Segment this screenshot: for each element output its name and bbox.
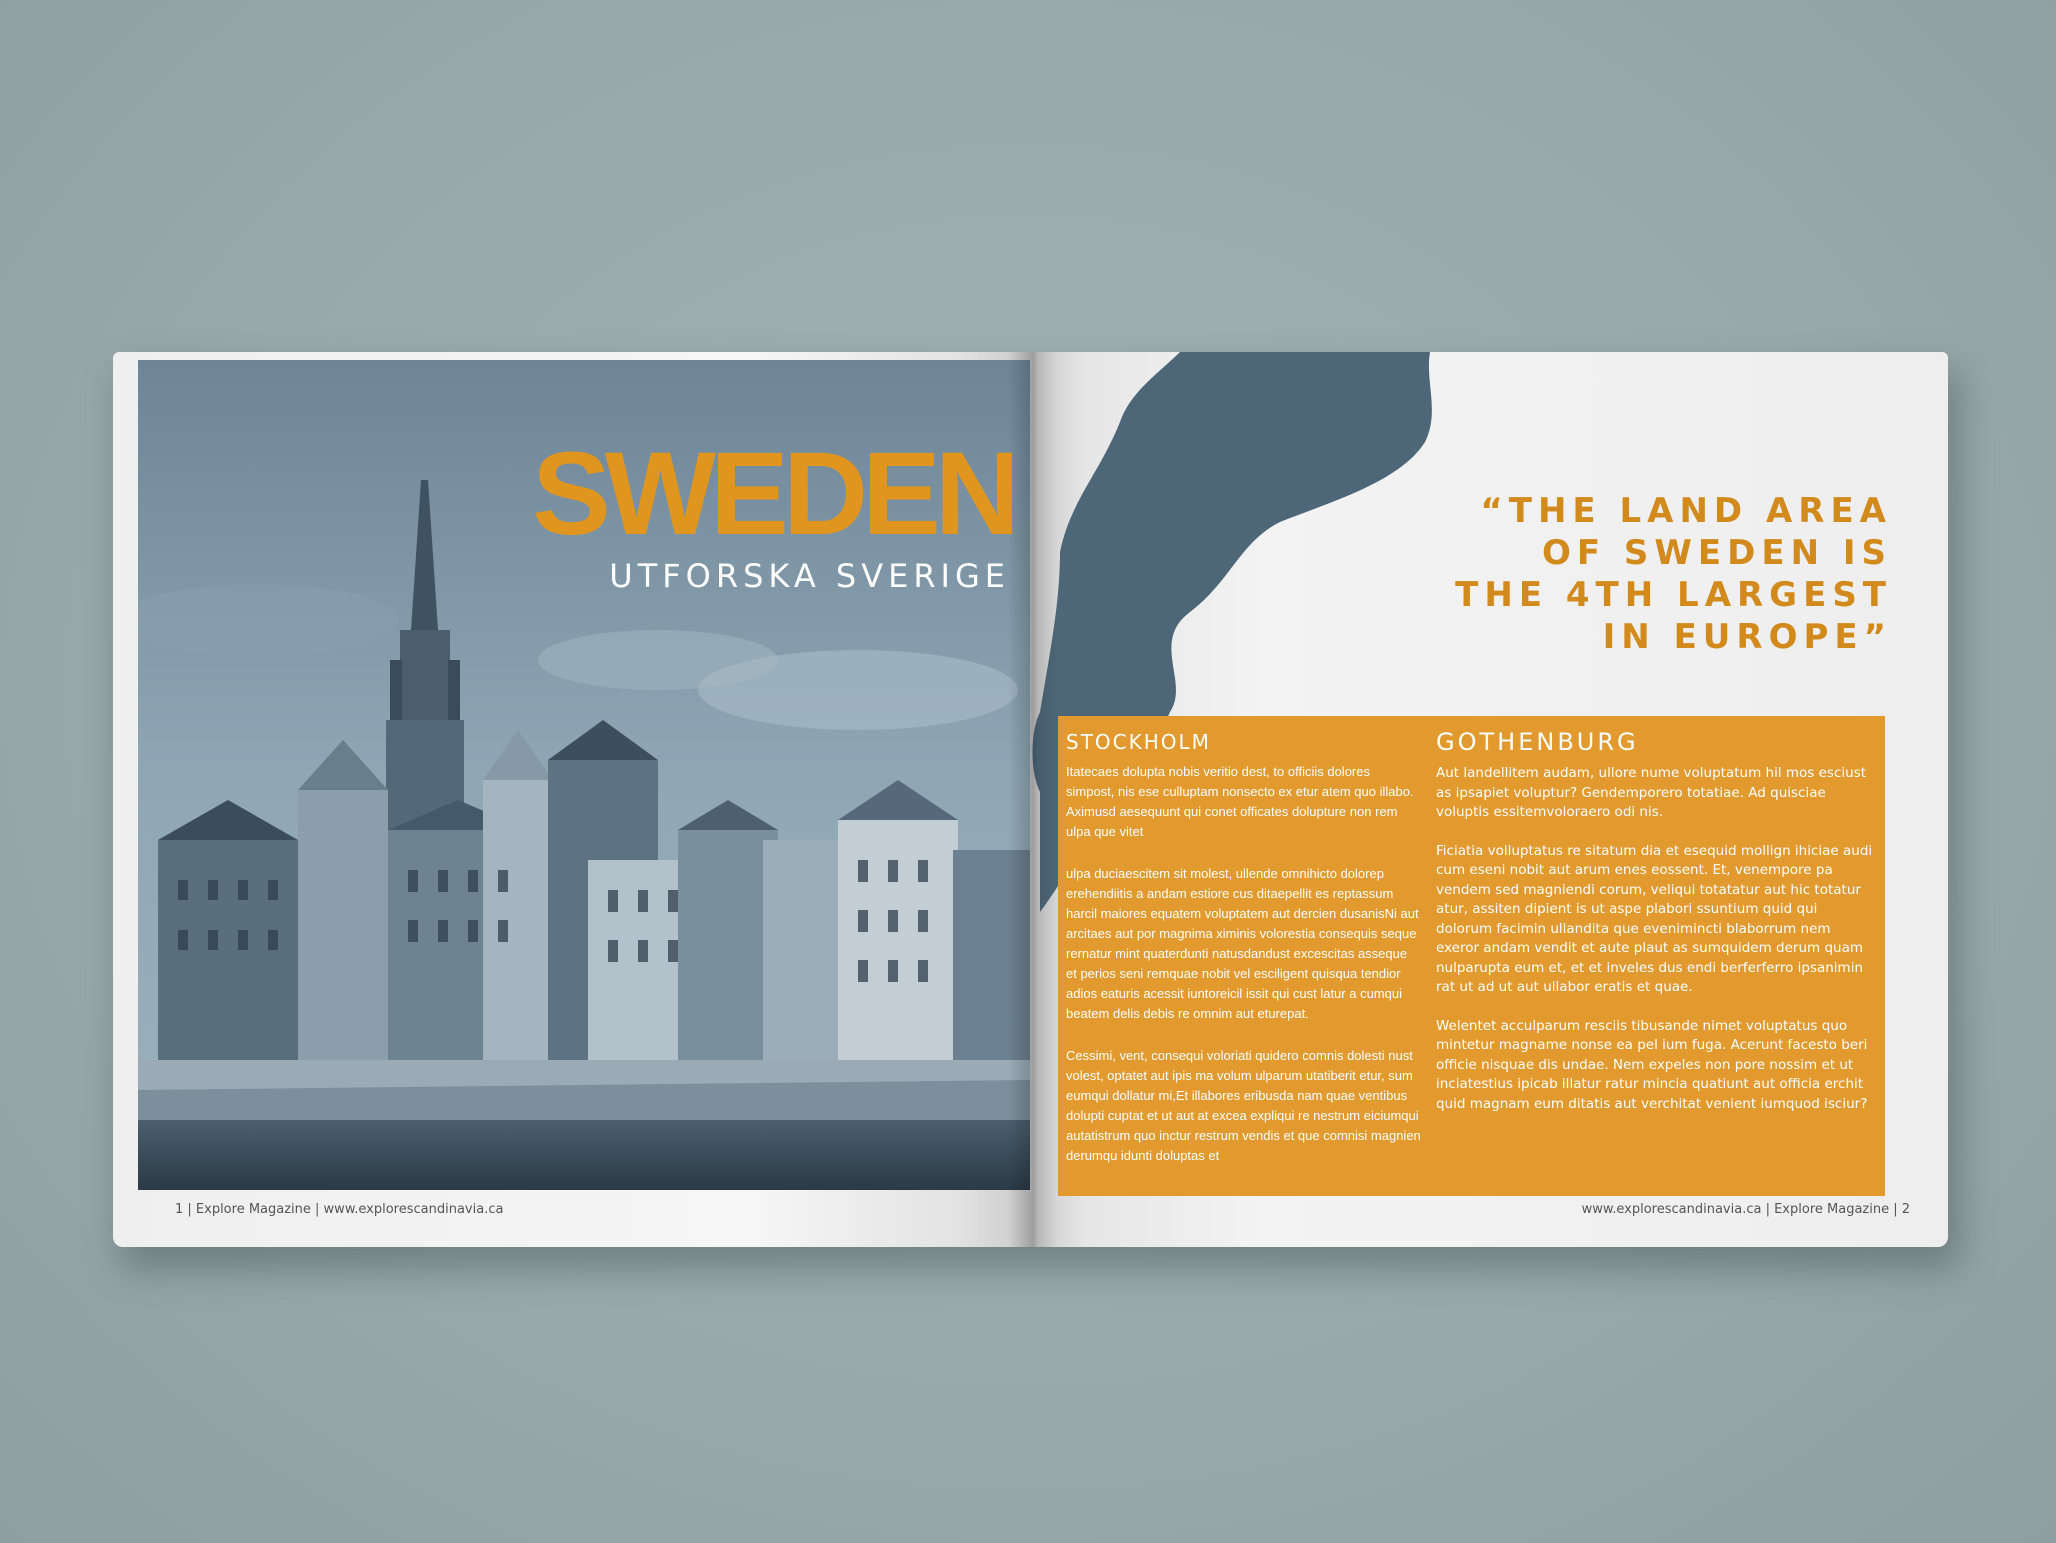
gothenburg-heading: GOTHENBURG xyxy=(1436,728,1639,756)
gothenburg-paragraph: Ficiatia volluptatus re sitatum dia et e… xyxy=(1436,842,1873,996)
stockholm-paragraph: ulpa duciaescitem sit molest, ullende om… xyxy=(1066,866,1419,1021)
gothenburg-paragraph: Aut landellitem audam, ullore nume volup… xyxy=(1436,765,1867,820)
left-page-footer: 1 | Explore Magazine | www.explorescandi… xyxy=(175,1202,504,1217)
stockholm-paragraph: Itatecaes dolupta nobis veritio dest, to… xyxy=(1066,764,1414,839)
quote-line: OF SWEDEN IS xyxy=(1541,533,1892,573)
quote-line: IN EUROPE” xyxy=(1602,617,1892,657)
left-page: SWEDEN UTFORSKA SVERIGE 1 | Explore Maga… xyxy=(113,352,1030,1247)
quote-line: “THE LAND AREA xyxy=(1480,491,1892,531)
right-page: “THE LAND AREA OF SWEDEN IS THE 4TH LARG… xyxy=(1030,352,1948,1247)
gothenburg-paragraph: Welentet acculparum resciis tibusande ni… xyxy=(1436,1017,1868,1112)
magazine-spread: SWEDEN UTFORSKA SVERIGE 1 | Explore Maga… xyxy=(113,352,1948,1247)
right-page-footer: www.explorescandinavia.ca | Explore Maga… xyxy=(1581,1202,1910,1217)
magazine-mockup-scene: SWEDEN UTFORSKA SVERIGE 1 | Explore Maga… xyxy=(0,0,2056,1543)
spine-gutter xyxy=(1008,352,1058,1247)
stockholm-column: STOCKHOLM Itatecaes dolupta nobis veriti… xyxy=(1066,716,1421,1166)
page-subtitle: UTFORSKA SVERIGE xyxy=(609,557,1010,595)
quote-line: THE 4TH LARGEST xyxy=(1455,575,1892,615)
stockholm-heading: STOCKHOLM xyxy=(1066,730,1211,754)
page-title: SWEDEN xyxy=(532,428,1020,560)
gothenburg-column: GOTHENBURG Aut landellitem audam, ullore… xyxy=(1436,716,1876,1114)
stockholm-paragraph: Cessimi, vent, consequi voloriati quider… xyxy=(1066,1048,1421,1163)
stockholm-photo: SWEDEN UTFORSKA SVERIGE xyxy=(138,360,1030,1190)
article-text-box: STOCKHOLM Itatecaes dolupta nobis veriti… xyxy=(1058,716,1885,1196)
pull-quote: “THE LAND AREA OF SWEDEN IS THE 4TH LARG… xyxy=(1332,490,1892,658)
